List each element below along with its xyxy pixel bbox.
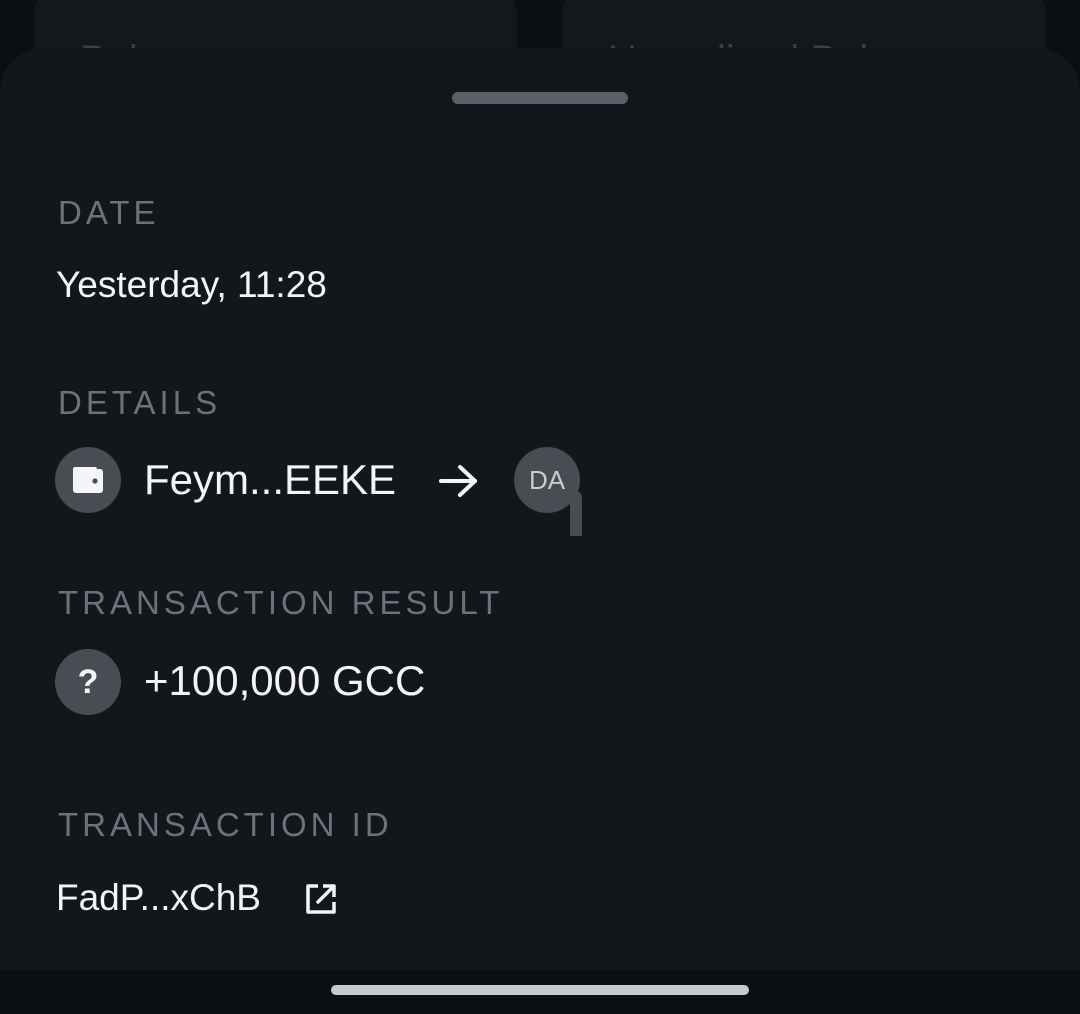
token-icon: ? <box>55 649 121 715</box>
sender-wallet-avatar <box>55 447 121 513</box>
transaction-details-sheet: DATE Yesterday, 11:28 DETAILS Feym...EEK… <box>0 48 1080 970</box>
sender-address[interactable]: Feym...EEKE <box>144 456 396 504</box>
transaction-id-value[interactable]: FadP...xChB <box>56 877 261 919</box>
home-indicator[interactable] <box>331 985 749 995</box>
transaction-id-label: TRANSACTION ID <box>58 806 393 843</box>
transaction-result-label: TRANSACTION RESULT <box>58 584 504 621</box>
date-value: Yesterday, 11:28 <box>56 264 327 305</box>
arrow-right-icon <box>439 465 477 497</box>
sheet-drag-handle[interactable] <box>452 92 628 104</box>
question-mark-icon: ? <box>77 662 99 701</box>
system-navigation-bar <box>0 970 1080 1014</box>
external-link-icon[interactable] <box>304 882 338 916</box>
details-label: DETAILS <box>58 384 222 421</box>
transaction-result-amount: +100,000 GCC <box>144 657 426 704</box>
recipient-avatar-tail <box>570 490 582 536</box>
date-label: DATE <box>58 194 160 231</box>
wallet-icon <box>73 467 103 493</box>
recipient-avatar-initials: DA <box>528 464 566 495</box>
